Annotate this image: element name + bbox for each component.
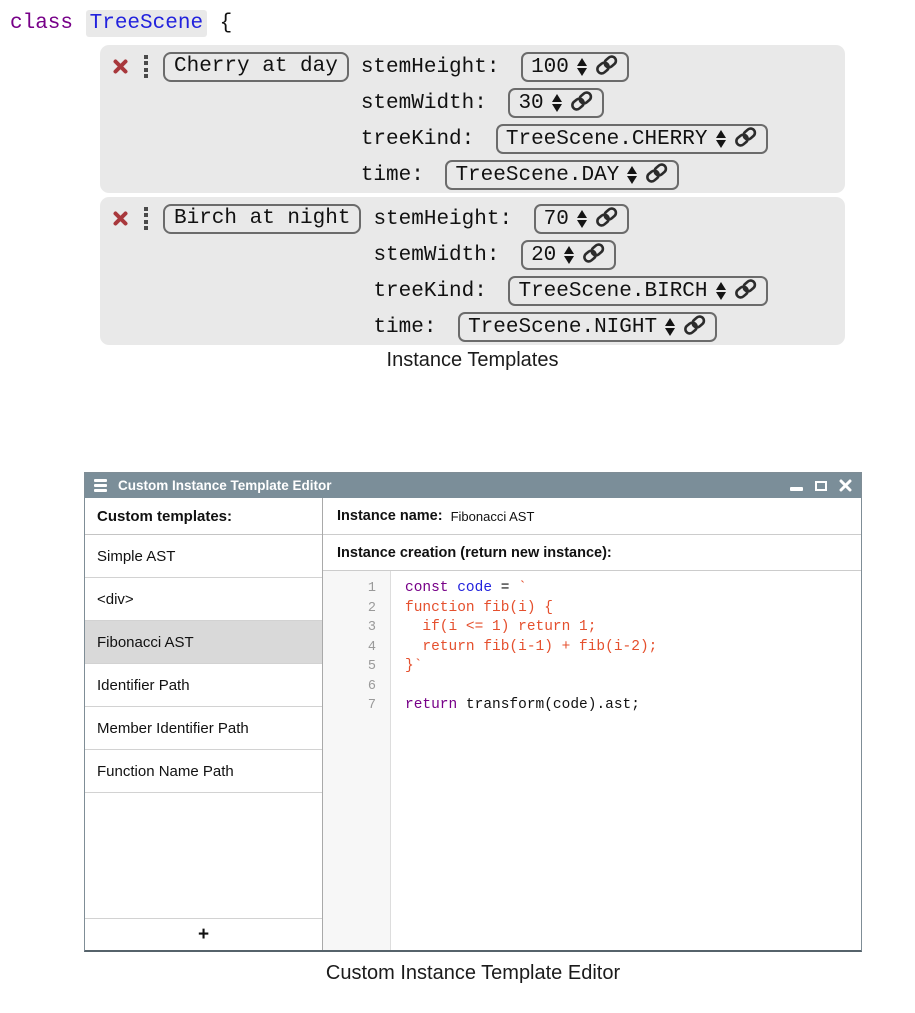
link-icon[interactable] [734,279,758,304]
value-widget[interactable]: TreeScene.DAY [445,160,679,190]
field-treekind: treeKind: TreeScene.BIRCH [373,273,767,309]
code-line-6 [405,677,861,697]
stepper-icon[interactable] [716,282,726,300]
code-line-2: function fib(i) { [405,599,861,619]
instance-template-birch: Birch at night stemHeight: 70 stemWidth:… [100,197,845,345]
sidebar-item-member-identifier-path[interactable]: Member Identifier Path [85,707,322,750]
code-editor[interactable]: 1 2 3 4 5 6 7 const code = ` function fi… [323,571,861,950]
class-name-token: TreeScene [86,10,207,37]
drag-handle-icon[interactable] [144,55,148,79]
template-name-button[interactable]: Birch at night [163,204,361,234]
minimize-icon[interactable] [790,487,803,491]
stepper-icon[interactable] [716,130,726,148]
link-icon[interactable] [582,243,606,268]
link-icon[interactable] [595,207,619,232]
field-stemheight: stemHeight: 70 [373,201,767,237]
sidebar-item-div[interactable]: <div> [85,578,322,621]
value-widget[interactable]: 70 [534,204,629,234]
value-widget[interactable]: TreeScene.CHERRY [496,124,768,154]
field-label: time: [361,164,437,187]
window-title: Custom Instance Template Editor [118,478,332,493]
template-name-button[interactable]: Cherry at day [163,52,349,82]
class-declaration-line: class TreeScene { [10,12,232,35]
field-label: treeKind: [373,280,499,303]
stepper-icon[interactable] [564,246,574,264]
code-line-7: return transform(code).ast; [405,696,861,716]
link-icon[interactable] [734,127,758,152]
instance-name-label: Instance name: [337,508,443,524]
field-label: stemHeight: [361,56,512,79]
open-brace: { [207,12,232,35]
link-icon[interactable] [683,315,707,340]
code-line-1: const code = ` [405,579,861,599]
sidebar-header: Custom templates: [85,498,322,535]
stepper-icon[interactable] [627,166,637,184]
value-widget[interactable]: 100 [521,52,629,82]
stepper-icon[interactable] [665,318,675,336]
field-label: treeKind: [361,128,487,151]
instance-template-cherry: Cherry at day stemHeight: 100 stemWidth:… [100,45,845,193]
link-icon[interactable] [570,91,594,116]
add-template-button[interactable]: + [85,918,322,950]
stepper-icon[interactable] [552,94,562,112]
value-widget[interactable]: TreeScene.BIRCH [508,276,767,306]
top-caption: Instance Templates [100,349,845,372]
field-label: stemWidth: [373,244,512,267]
custom-instance-template-editor-window: Custom Instance Template Editor Custom t… [84,472,862,952]
value-widget[interactable]: 30 [508,88,603,118]
delete-template-button[interactable] [112,210,129,227]
code-pane[interactable]: const code = ` function fib(i) { if(i <=… [391,571,861,950]
field-treekind: treeKind: TreeScene.CHERRY [361,121,768,157]
instance-creation-label: Instance creation (return new instance): [323,535,861,571]
field-time: time: TreeScene.DAY [361,157,768,193]
sidebar-item-function-name-path[interactable]: Function Name Path [85,750,322,793]
link-icon[interactable] [595,55,619,80]
code-line-5: }` [405,657,861,677]
close-icon[interactable] [839,479,852,492]
window-titlebar: Custom Instance Template Editor [85,473,861,498]
line-number-gutter: 1 2 3 4 5 6 7 [323,571,391,950]
templates-sidebar: Custom templates: Simple AST <div> Fibon… [85,498,323,950]
value-widget[interactable]: TreeScene.NIGHT [458,312,717,342]
field-time: time: TreeScene.NIGHT [373,309,767,345]
link-icon[interactable] [645,163,669,188]
editor-main-panel: Instance name: Fibonacci AST Instance cr… [323,498,861,950]
field-stemwidth: stemWidth: 30 [361,85,768,121]
drag-handle-icon[interactable] [144,207,148,231]
sidebar-item-identifier-path[interactable]: Identifier Path [85,664,322,707]
field-stemwidth: stemWidth: 20 [373,237,767,273]
instance-name-row: Instance name: Fibonacci AST [323,498,861,535]
delete-template-button[interactable] [112,58,129,75]
field-label: stemHeight: [373,208,524,231]
menu-icon[interactable] [94,479,107,492]
maximize-icon[interactable] [815,481,827,491]
bottom-caption: Custom Instance Template Editor [84,962,862,985]
value-widget[interactable]: 20 [521,240,616,270]
code-line-4: return fib(i-1) + fib(i-2); [405,638,861,658]
field-label: time: [373,316,449,339]
stepper-icon[interactable] [577,58,587,76]
sidebar-item-fibonacci-ast[interactable]: Fibonacci AST [85,621,322,664]
instance-name-value[interactable]: Fibonacci AST [451,509,535,524]
sidebar-item-simple-ast[interactable]: Simple AST [85,535,322,578]
field-label: stemWidth: [361,92,500,115]
stepper-icon[interactable] [577,210,587,228]
code-line-3: if(i <= 1) return 1; [405,618,861,638]
keyword-class: class [10,12,73,35]
field-stemheight: stemHeight: 100 [361,49,768,85]
